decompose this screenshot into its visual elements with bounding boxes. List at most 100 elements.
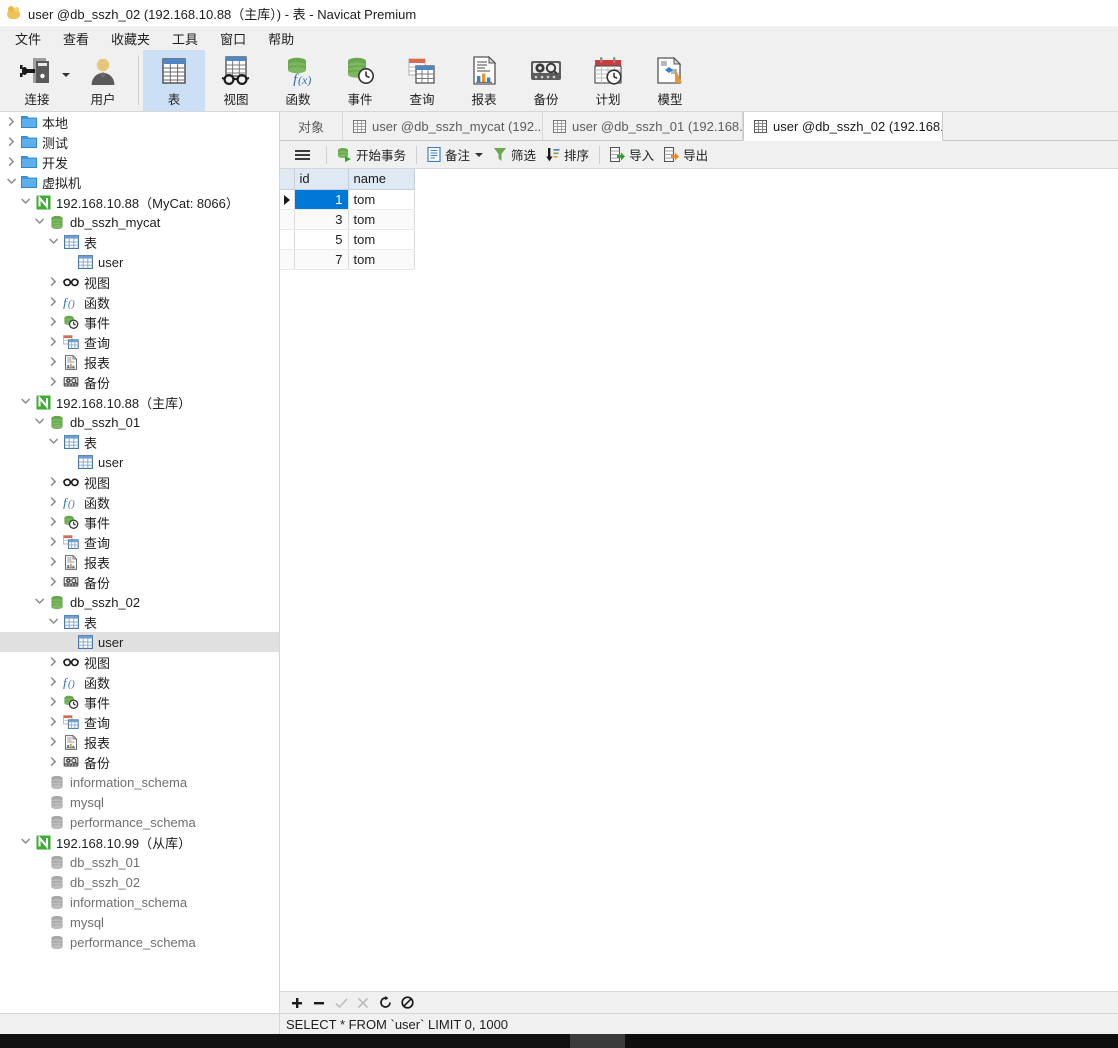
chevron-down-icon[interactable] xyxy=(18,837,34,847)
chevron-down-icon[interactable] xyxy=(46,237,62,247)
export-button[interactable]: 导出 xyxy=(659,144,713,166)
sort-button[interactable]: 排序 xyxy=(541,144,594,166)
chevron-down-icon[interactable] xyxy=(475,152,484,157)
chevron-right-icon[interactable] xyxy=(46,297,62,307)
note-button[interactable]: 备注 xyxy=(422,144,488,166)
taskbar-segment[interactable] xyxy=(0,1034,190,1048)
tree-node-events-01[interactable]: 事件 xyxy=(0,512,279,532)
chevron-right-icon[interactable] xyxy=(46,697,62,707)
taskbar-segment[interactable] xyxy=(380,1034,570,1048)
begin-transaction-button[interactable]: 开始事务 xyxy=(332,144,411,166)
tree-node-backups-02[interactable]: 备份 xyxy=(0,752,279,772)
toolbar-event[interactable]: 事件 xyxy=(329,50,391,111)
tree-node-table-user-02[interactable]: user xyxy=(0,632,279,652)
tree-node-db-mysql-master[interactable]: mysql xyxy=(0,792,279,812)
menu-view[interactable]: 查看 xyxy=(52,26,100,51)
chevron-right-icon[interactable] xyxy=(46,557,62,567)
tree-node-events-mycat[interactable]: 事件 xyxy=(0,312,279,332)
tree-node-reports-mycat[interactable]: 报表 xyxy=(0,352,279,372)
chevron-down-icon[interactable] xyxy=(46,617,62,627)
tree-node-vm[interactable]: 虚拟机 xyxy=(0,172,279,192)
row-marker[interactable] xyxy=(280,209,295,230)
chevron-right-icon[interactable] xyxy=(46,377,62,387)
menu-tools[interactable]: 工具 xyxy=(161,26,209,51)
row-marker[interactable] xyxy=(280,249,295,270)
data-grid[interactable]: id name 1 tom 3 tom 5 tom 7 tom xyxy=(280,169,415,270)
chevron-right-icon[interactable] xyxy=(46,337,62,347)
tree-node-slave-db-mysql[interactable]: mysql xyxy=(0,912,279,932)
tree-node-db-information-schema-master[interactable]: information_schema xyxy=(0,772,279,792)
chevron-right-icon[interactable] xyxy=(46,757,62,767)
chevron-right-icon[interactable] xyxy=(46,517,62,527)
tree-node-events-02[interactable]: 事件 xyxy=(0,692,279,712)
tab-user-mycat[interactable]: user @db_sszh_mycat (192.... xyxy=(343,112,544,140)
menu-window[interactable]: 窗口 xyxy=(209,26,257,51)
tree-node-db-sszh-01[interactable]: db_sszh_01 xyxy=(0,412,279,432)
menu-help[interactable]: 帮助 xyxy=(257,26,305,51)
table-row[interactable]: 5 tom xyxy=(280,229,415,250)
table-row[interactable]: 3 tom xyxy=(280,209,415,230)
tree-node-conn-master[interactable]: 192.168.10.88（主库） xyxy=(0,392,279,412)
delete-record-button[interactable] xyxy=(308,994,330,1012)
tree-node-test[interactable]: 测试 xyxy=(0,132,279,152)
toolbar-connection[interactable]: 连接 xyxy=(2,50,72,111)
row-marker[interactable] xyxy=(280,229,295,250)
chevron-right-icon[interactable] xyxy=(46,537,62,547)
grid-menu-button[interactable] xyxy=(284,144,321,166)
chevron-down-icon[interactable] xyxy=(18,197,34,207)
toolbar-table[interactable]: 表 xyxy=(143,50,205,111)
chevron-down-icon[interactable] xyxy=(18,397,34,407)
tree-node-dev[interactable]: 开发 xyxy=(0,152,279,172)
toolbar-function[interactable]: f (x) 函数 xyxy=(267,50,329,111)
chevron-right-icon[interactable] xyxy=(46,277,62,287)
tree-node-slave-db-performance-schema[interactable]: performance_schema xyxy=(0,932,279,952)
chevron-right-icon[interactable] xyxy=(46,477,62,487)
column-header-id[interactable]: id xyxy=(294,169,349,190)
tree-node-backups-mycat[interactable]: 备份 xyxy=(0,372,279,392)
tree-node-tables-mycat[interactable]: 表 xyxy=(0,232,279,252)
data-grid-area[interactable]: id name 1 tom 3 tom 5 tom 7 tom xyxy=(280,169,1118,991)
chevron-down-icon[interactable] xyxy=(46,437,62,447)
chevron-right-icon[interactable] xyxy=(46,317,62,327)
toolbar-user[interactable]: 用户 xyxy=(72,50,134,111)
chevron-right-icon[interactable] xyxy=(4,117,20,127)
tree-node-db-performance-schema-master[interactable]: performance_schema xyxy=(0,812,279,832)
chevron-right-icon[interactable] xyxy=(46,577,62,587)
chevron-right-icon[interactable] xyxy=(46,357,62,367)
tree-node-views-02[interactable]: 视图 xyxy=(0,652,279,672)
column-header-name[interactable]: name xyxy=(348,169,415,190)
chevron-down-icon[interactable] xyxy=(4,177,20,187)
tab-objects[interactable]: 对象 xyxy=(280,112,344,140)
tree-node-views-01[interactable]: 视图 xyxy=(0,472,279,492)
connection-tree-panel[interactable]: 本地 测试 开发 虚拟机 192.168.10.88（MyCat: 8066） db_ss… xyxy=(0,112,280,1013)
chevron-down-icon[interactable] xyxy=(32,597,48,607)
cell-name[interactable]: tom xyxy=(348,209,415,230)
refresh-button[interactable] xyxy=(374,994,396,1012)
tree-node-functions-mycat[interactable]: f() 函数 xyxy=(0,292,279,312)
toolbar-view[interactable]: 视图 xyxy=(205,50,267,111)
cell-id[interactable]: 5 xyxy=(294,229,349,250)
table-row[interactable]: 1 tom xyxy=(280,189,415,210)
tree-node-queries-01[interactable]: 查询 xyxy=(0,532,279,552)
import-button[interactable]: 导入 xyxy=(605,144,659,166)
tree-node-functions-02[interactable]: f() 函数 xyxy=(0,672,279,692)
chevron-right-icon[interactable] xyxy=(46,717,62,727)
toolbar-model[interactable]: 模型 xyxy=(639,50,701,111)
tree-node-queries-02[interactable]: 查询 xyxy=(0,712,279,732)
cell-name[interactable]: tom xyxy=(348,229,415,250)
tree-node-conn-mycat[interactable]: 192.168.10.88（MyCat: 8066） xyxy=(0,192,279,212)
chevron-down-icon[interactable] xyxy=(32,217,48,227)
taskbar-active-segment[interactable] xyxy=(570,1034,625,1048)
menu-favorites[interactable]: 收藏夹 xyxy=(100,26,161,51)
cell-id[interactable]: 7 xyxy=(294,249,349,270)
tab-user-02[interactable]: user @db_sszh_02 (192.168.... xyxy=(743,112,944,141)
row-marker[interactable] xyxy=(280,189,295,210)
toolbar-query[interactable]: 查询 xyxy=(391,50,453,111)
tree-node-tables-02[interactable]: 表 xyxy=(0,612,279,632)
menu-file[interactable]: 文件 xyxy=(4,26,52,51)
tree-node-db-sszh-02[interactable]: db_sszh_02 xyxy=(0,592,279,612)
taskbar-segment[interactable] xyxy=(190,1034,380,1048)
tree-node-slave-db-sszh-02[interactable]: db_sszh_02 xyxy=(0,872,279,892)
chevron-down-icon[interactable] xyxy=(62,73,70,77)
tree-node-reports-02[interactable]: 报表 xyxy=(0,732,279,752)
